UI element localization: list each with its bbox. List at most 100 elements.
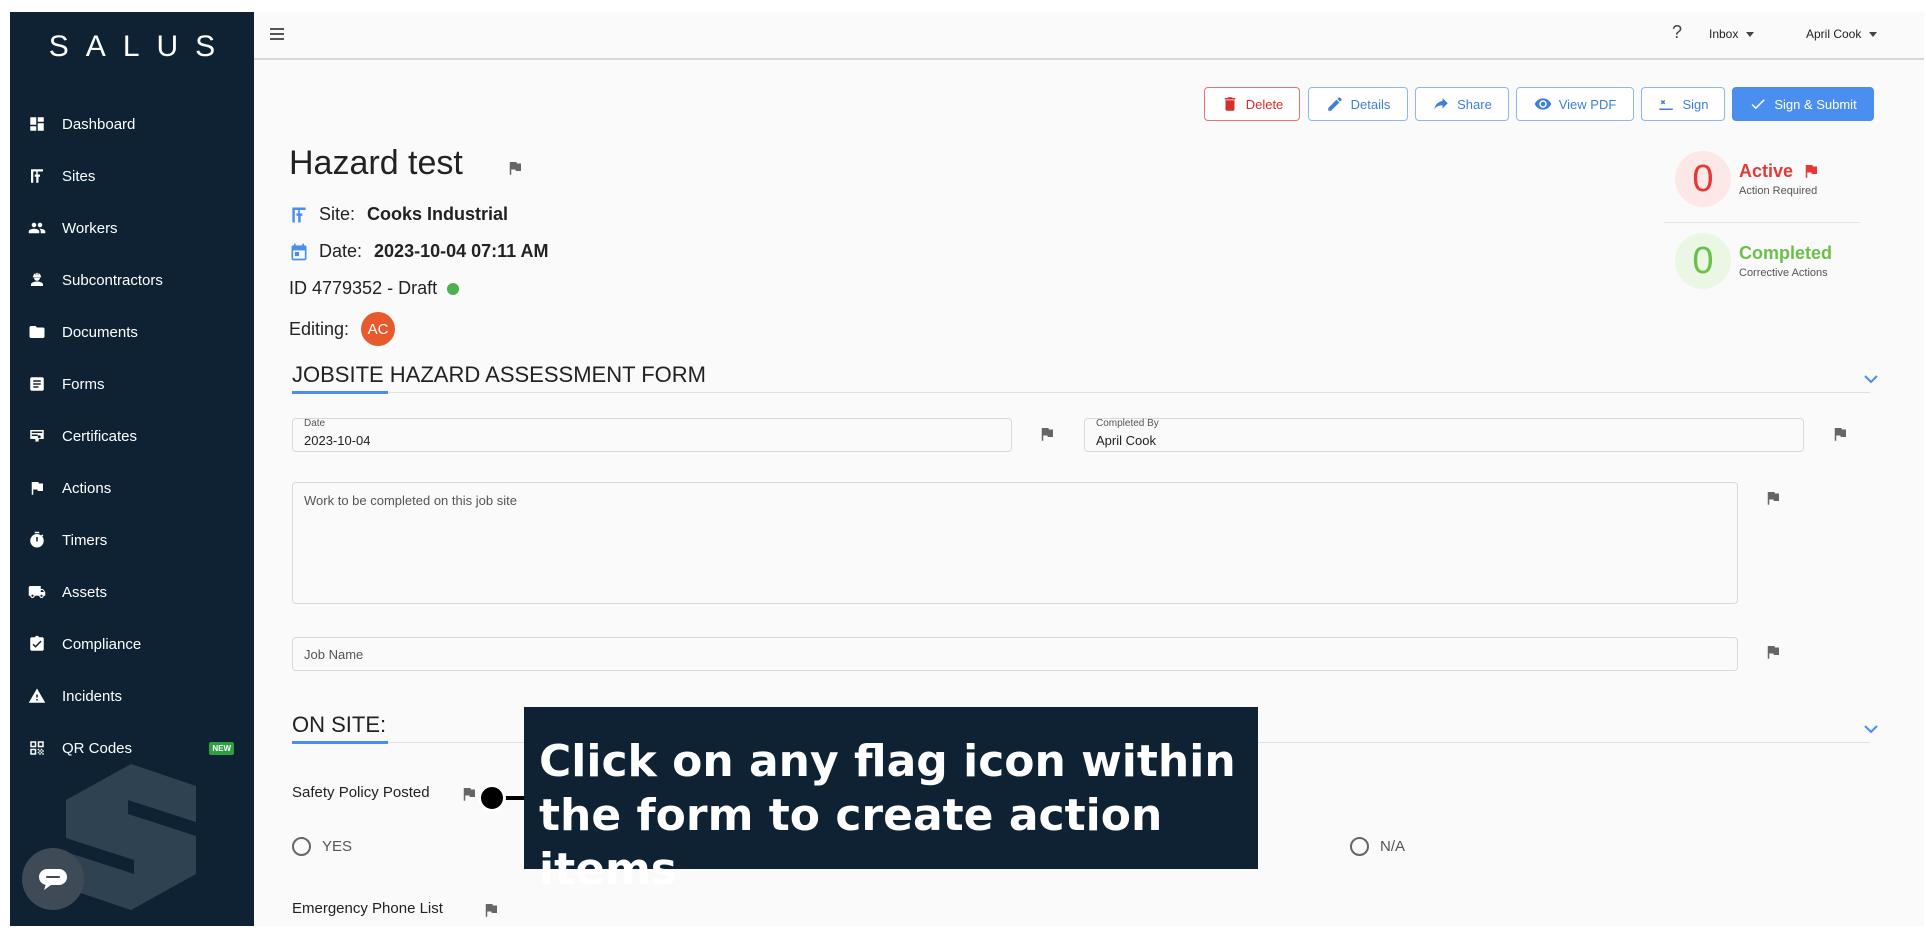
sidebar-item-label: Timers: [62, 531, 108, 549]
sidebar-item-sites[interactable]: Sites: [10, 150, 254, 202]
tutorial-callout: Click on any flag icon within the form t…: [524, 707, 1258, 895]
form-icon: [28, 375, 46, 393]
flag-icon[interactable]: [1038, 424, 1056, 444]
chat-button[interactable]: [22, 848, 84, 910]
flag-icon: [28, 479, 46, 497]
sidebar-item-documents[interactable]: Documents: [10, 306, 254, 358]
job-name-field[interactable]: Job Name: [292, 637, 1738, 671]
chevron-down-icon: [1746, 32, 1755, 38]
app-logo[interactable]: SALUS: [10, 30, 254, 64]
sidebar-nav: Dashboard Sites Workers Subcontractors D…: [10, 98, 254, 774]
date-field[interactable]: Date 2023-10-04: [292, 418, 1012, 452]
app-window: SALUS Dashboard Sites Workers Subcontrac…: [10, 12, 1924, 926]
inbox-dropdown[interactable]: Inbox: [1709, 27, 1755, 41]
sidebar-item-subcontractors[interactable]: Subcontractors: [10, 254, 254, 306]
sidebar-item-workers[interactable]: Workers: [10, 202, 254, 254]
sidebar-item-label: Certificates: [62, 427, 138, 445]
sidebar-item-timers[interactable]: Timers: [10, 514, 254, 566]
completed-by-field[interactable]: Completed By April Cook: [1084, 418, 1804, 452]
sidebar-item-dashboard[interactable]: Dashboard: [10, 98, 254, 150]
help-icon[interactable]: ?: [1672, 22, 1682, 43]
radio-na[interactable]: N/A: [1350, 837, 1405, 856]
user-menu[interactable]: April Cook: [1806, 27, 1878, 41]
share-button[interactable]: Share: [1415, 87, 1509, 121]
job-name-placeholder: Job Name: [304, 647, 364, 662]
delete-button[interactable]: Delete: [1204, 87, 1300, 121]
active-stat[interactable]: 0 Active Action Required: [1675, 151, 1820, 207]
sidebar-item-assets[interactable]: Assets: [10, 566, 254, 618]
flag-icon[interactable]: [482, 900, 500, 920]
truck-icon: [28, 583, 46, 601]
trash-icon: [1224, 97, 1235, 111]
sign-button[interactable]: Sign: [1641, 87, 1725, 121]
flag-icon[interactable]: [506, 158, 524, 178]
radio-circle: [292, 837, 311, 856]
active-sub: Action Required: [1739, 185, 1818, 197]
completed-stat[interactable]: 0 Completed Corrective Actions: [1675, 233, 1832, 289]
radio-na-label: N/A: [1380, 838, 1406, 855]
page-title: Hazard test: [289, 144, 463, 182]
signature-icon: [1659, 99, 1674, 110]
crane-icon: [292, 207, 306, 222]
avatar[interactable]: AC: [361, 312, 396, 346]
sidebar-item-label: Workers: [62, 219, 118, 237]
chevron-down-icon[interactable]: [1864, 374, 1878, 384]
work-description-field[interactable]: Work to be completed on this job site: [292, 482, 1738, 604]
date-label: Date:: [319, 241, 363, 261]
sign-submit-button[interactable]: Sign & Submit: [1732, 87, 1874, 121]
sidebar-item-forms[interactable]: Forms: [10, 358, 254, 410]
crane-icon: [28, 167, 46, 185]
section-divider: [292, 392, 1870, 393]
callout-pointer-dot: [478, 784, 506, 812]
active-count: 0: [1675, 151, 1731, 207]
completed-label: Completed: [1739, 243, 1833, 263]
site-row: Site: Cooks Industrial: [289, 204, 508, 225]
new-badge: NEW: [209, 742, 234, 755]
certificate-icon: [28, 427, 46, 445]
details-label: Details: [1350, 96, 1391, 112]
delete-label: Delete: [1245, 96, 1284, 112]
flag-icon[interactable]: [1831, 424, 1849, 444]
details-button[interactable]: Details: [1308, 87, 1408, 121]
chevron-down-icon: [1869, 32, 1878, 38]
editing-row: Editing: AC: [289, 312, 396, 346]
question-label: Emergency Phone List: [292, 900, 443, 917]
share-label: Share: [1457, 96, 1492, 112]
sidebar: SALUS Dashboard Sites Workers Subcontrac…: [10, 12, 254, 926]
salus-watermark-logo: [66, 764, 196, 910]
completed-by-label: Completed By: [1096, 418, 1159, 429]
dashboard-icon: [28, 115, 46, 133]
date-value: 2023-10-04 07:11 AM: [374, 241, 549, 261]
engineer-icon: [28, 271, 46, 289]
radio-yes[interactable]: YES: [292, 837, 352, 856]
section-title: JOBSITE HAZARD ASSESSMENT FORM: [292, 362, 706, 387]
eye-icon: [1534, 98, 1551, 110]
sidebar-item-label: QR Codes: [62, 739, 133, 757]
date-row: Date: 2023-10-04 07:11 AM: [289, 241, 548, 262]
chat-icon: [39, 869, 67, 890]
folder-icon: [28, 323, 46, 341]
work-description-placeholder: Work to be completed on this job site: [304, 493, 517, 508]
sidebar-item-label: Assets: [62, 583, 108, 601]
timer-icon: [28, 531, 46, 549]
sidebar-item-compliance[interactable]: Compliance: [10, 618, 254, 670]
flag-icon[interactable]: [460, 784, 478, 804]
site-value[interactable]: Cooks Industrial: [367, 204, 508, 225]
question-label: Safety Policy Posted: [292, 784, 430, 801]
view-pdf-button[interactable]: View PDF: [1516, 87, 1634, 121]
flag-icon[interactable]: [1764, 488, 1782, 508]
flag-icon[interactable]: [1764, 642, 1782, 662]
record-id: ID 4779352 - Draft: [289, 278, 438, 298]
inbox-label: Inbox: [1709, 27, 1739, 41]
people-icon: [28, 219, 46, 237]
sidebar-item-actions[interactable]: Actions: [10, 462, 254, 514]
sidebar-item-certificates[interactable]: Certificates: [10, 410, 254, 462]
section-accent: [292, 741, 388, 744]
sidebar-item-incidents[interactable]: Incidents: [10, 670, 254, 722]
radio-yes-label: YES: [322, 838, 353, 855]
completed-count: 0: [1675, 233, 1731, 289]
chevron-down-icon[interactable]: [1864, 724, 1878, 734]
menu-icon[interactable]: [270, 25, 290, 43]
site-label: Site:: [319, 204, 356, 224]
completed-by-value: April Cook: [1096, 433, 1156, 448]
